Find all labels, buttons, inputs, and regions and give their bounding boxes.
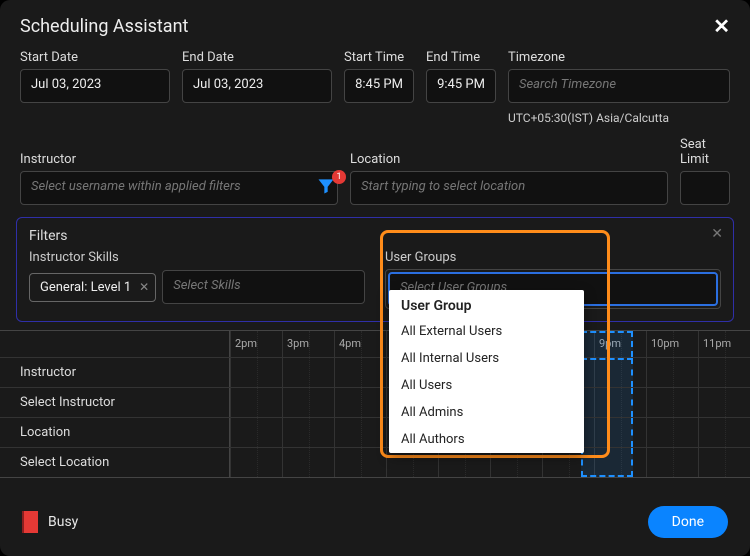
timeline-cell — [646, 448, 698, 477]
skills-input[interactable]: Select Skills — [162, 270, 365, 304]
legend-busy: Busy — [22, 511, 78, 533]
timeline-cell — [698, 358, 750, 387]
start-date-field: Start Date Jul 03, 2023 — [20, 50, 170, 125]
end-date-input[interactable]: Jul 03, 2023 — [182, 69, 332, 103]
seat-limit-field: Seat Limit — [680, 137, 730, 205]
end-time-input[interactable]: 9:45 PM — [426, 69, 496, 103]
end-date-label: End Date — [182, 50, 332, 65]
filter-icon[interactable]: 1 — [316, 176, 340, 200]
time-selection[interactable] — [581, 418, 633, 447]
timeline-row-label: Instructor — [0, 358, 230, 387]
dropdown-title: User Group — [389, 290, 584, 318]
instructor-field: Instructor Select username within applie… — [20, 152, 338, 205]
start-time-input[interactable]: 8:45 PM — [344, 69, 414, 103]
chip-remove-icon[interactable]: ✕ — [139, 280, 149, 294]
timeline-cell — [282, 448, 334, 477]
legend-busy-label: Busy — [48, 514, 78, 530]
timeline-cell — [698, 388, 750, 417]
end-time-field: End Time 9:45 PM — [426, 50, 496, 125]
done-button[interactable]: Done — [648, 506, 728, 538]
timeline-cell — [646, 388, 698, 417]
start-date-label: Start Date — [20, 50, 170, 65]
timeline-cell — [646, 358, 698, 387]
instructor-skills-label: Instructor Skills — [29, 250, 365, 265]
timeline-cell — [282, 388, 334, 417]
timeline-cell — [230, 418, 282, 447]
start-time-label: Start Time — [344, 50, 414, 65]
start-date-input[interactable]: Jul 03, 2023 — [20, 69, 170, 103]
dropdown-item[interactable]: All Users — [389, 372, 584, 399]
timezone-field: Timezone Search Timezone UTC+05:30(IST) … — [508, 50, 730, 125]
time-selection[interactable] — [581, 331, 633, 357]
timeline-cell — [334, 388, 386, 417]
hour-header: 2pm — [230, 331, 282, 357]
timeline-row-label: Location — [0, 418, 230, 447]
timeline-corner — [0, 331, 230, 357]
location-input[interactable]: Start typing to select location — [350, 171, 668, 205]
timeline-row-label: Select Instructor — [0, 388, 230, 417]
end-time-label: End Time — [426, 50, 496, 65]
instructor-skills-col: Instructor Skills General: Level 1 ✕ Sel… — [29, 250, 365, 309]
dropdown-item[interactable]: All External Users — [389, 318, 584, 345]
dropdown-item[interactable]: All Authors — [389, 426, 584, 453]
timezone-note: UTC+05:30(IST) Asia/Calcutta — [508, 107, 730, 125]
filters-title: Filters — [29, 228, 721, 244]
timeline-cell — [698, 448, 750, 477]
timeline-cell — [334, 358, 386, 387]
seat-limit-label: Seat Limit — [680, 137, 730, 167]
timeline-row: Select Instructor — [0, 387, 750, 417]
skill-chip-label: General: Level 1 — [40, 280, 131, 295]
timeline-cell — [698, 418, 750, 447]
filter-badge: 1 — [332, 170, 346, 184]
timeline-cell — [282, 358, 334, 387]
user-groups-label: User Groups — [385, 250, 721, 265]
end-date-field: End Date Jul 03, 2023 — [182, 50, 332, 125]
start-time-field: Start Time 8:45 PM — [344, 50, 414, 125]
instructor-label: Instructor — [20, 152, 338, 167]
hour-header: 4pm — [334, 331, 386, 357]
seat-limit-input[interactable] — [680, 171, 730, 205]
hour-header: 11pm — [698, 331, 750, 357]
timeline-cell — [230, 358, 282, 387]
timeline-row-label: Select Location — [0, 448, 230, 477]
hour-header: 3pm — [282, 331, 334, 357]
timeline: 2pm3pm4pm5pm6pm7pm8pm9pm10pm11pm Instruc… — [0, 330, 750, 478]
dropdown-item[interactable]: All Internal Users — [389, 345, 584, 372]
dropdown-item[interactable]: All Admins — [389, 399, 584, 426]
timeline-cell — [646, 418, 698, 447]
filters-panel: ✕ Filters Instructor Skills General: Lev… — [16, 217, 734, 322]
location-field: Location Start typing to select location — [350, 152, 668, 205]
hour-header: 10pm — [646, 331, 698, 357]
dialog-title: Scheduling Assistant — [20, 16, 188, 37]
instructor-input[interactable]: Select username within applied filters — [20, 171, 338, 205]
timezone-input[interactable]: Search Timezone — [508, 69, 730, 103]
timeline-row: Select Location — [0, 447, 750, 477]
user-groups-dropdown: User Group All External UsersAll Interna… — [389, 290, 584, 453]
timeline-cell — [282, 418, 334, 447]
time-selection[interactable] — [581, 388, 633, 417]
close-icon[interactable]: ✕ — [713, 14, 730, 38]
time-selection[interactable] — [581, 358, 633, 387]
filters-close-icon[interactable]: ✕ — [711, 226, 723, 242]
time-selection[interactable] — [581, 448, 633, 477]
skill-chip: General: Level 1 ✕ — [29, 273, 156, 302]
timeline-cell — [334, 448, 386, 477]
location-label: Location — [350, 152, 668, 167]
timeline-cell — [230, 388, 282, 417]
timeline-cell — [334, 418, 386, 447]
timezone-label: Timezone — [508, 50, 730, 65]
timeline-row: Location — [0, 417, 750, 447]
timeline-cell — [230, 448, 282, 477]
busy-swatch — [22, 511, 38, 533]
timeline-row: Instructor — [0, 357, 750, 387]
